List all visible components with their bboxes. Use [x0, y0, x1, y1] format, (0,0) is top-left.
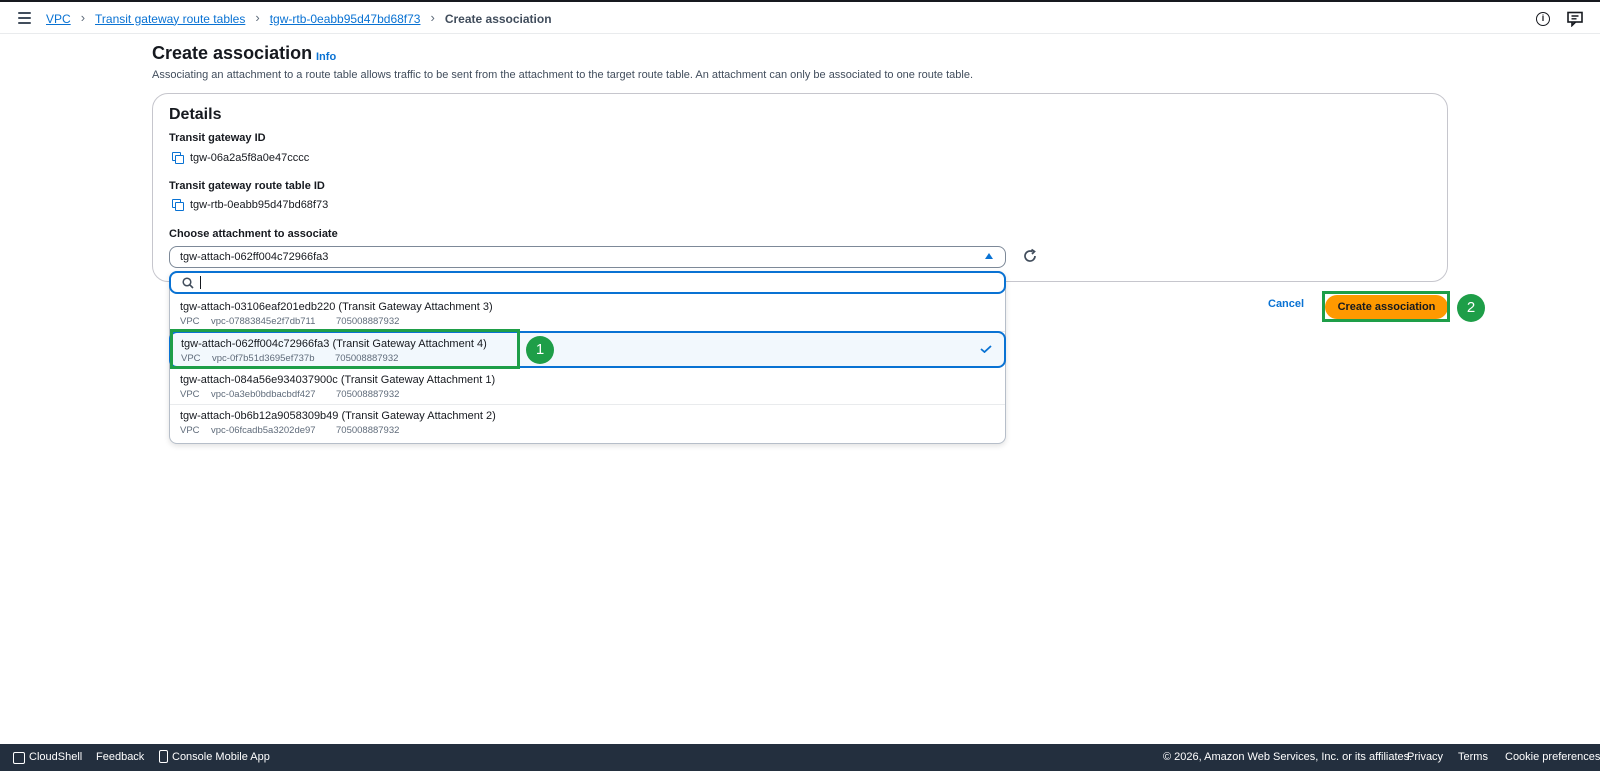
breadcrumb: VPC › Transit gateway route tables › tgw…: [46, 10, 552, 26]
chevron-right-icon: ›: [255, 10, 260, 25]
tgw-id-value: tgw-06a2a5f8a0e47cccc: [190, 152, 310, 164]
chevron-right-icon: ›: [80, 10, 86, 25]
cloudshell-icon: [13, 752, 25, 764]
footer-feedback[interactable]: Feedback: [96, 751, 144, 763]
info-link[interactable]: Info: [316, 51, 336, 63]
option-vpc: vpc-0a3eb0bdbacbdf427: [211, 389, 316, 400]
page-description: Associating an attachment to a route tab…: [152, 69, 974, 81]
dropdown-option[interactable]: tgw-attach-03106eaf201edb220 (Transit Ga…: [170, 296, 1005, 332]
tgw-id-label: Transit gateway ID: [169, 132, 266, 144]
caret-up-icon[interactable]: [985, 253, 993, 259]
attachment-label: Choose attachment to associate: [169, 228, 338, 240]
footer-privacy[interactable]: Privacy: [1407, 751, 1443, 763]
refresh-icon[interactable]: [1022, 248, 1038, 264]
footer: CloudShell Feedback Console Mobile App ©…: [0, 744, 1600, 771]
option-title: tgw-attach-084a56e934037900c (Transit Ga…: [180, 374, 496, 386]
option-type: VPC: [180, 389, 200, 400]
text-cursor: [200, 276, 201, 289]
footer-copyright: © 2026, Amazon Web Services, Inc. or its…: [1163, 751, 1413, 763]
breadcrumb-route-table-id[interactable]: tgw-rtb-0eabb95d47bd68f73: [270, 12, 421, 26]
dropdown-option[interactable]: tgw-attach-0b6b12a9058309b49 (Transit Ga…: [170, 405, 1005, 441]
hamburger-menu-icon[interactable]: [18, 12, 31, 24]
breadcrumb-bar: VPC › Transit gateway route tables › tgw…: [0, 2, 1600, 34]
breadcrumb-route-tables[interactable]: Transit gateway route tables: [95, 12, 245, 26]
copy-icon[interactable]: [172, 199, 185, 212]
dropdown-search-input[interactable]: [169, 271, 1006, 294]
footer-cloudshell[interactable]: CloudShell: [29, 751, 82, 763]
option-title: tgw-attach-03106eaf201edb220 (Transit Ga…: [180, 301, 493, 313]
feedback-icon[interactable]: [1567, 11, 1583, 27]
copy-icon[interactable]: [172, 152, 185, 165]
search-icon: [182, 277, 194, 289]
check-icon: [980, 345, 992, 353]
chevron-right-icon: ›: [430, 10, 435, 25]
option-account: 705008887932: [336, 425, 400, 436]
attachment-select[interactable]: tgw-attach-062ff004c72966fa3: [169, 246, 1006, 268]
option-account: 705008887932: [336, 389, 400, 400]
option-title: tgw-attach-0b6b12a9058309b49 (Transit Ga…: [180, 410, 496, 422]
footer-cookie-preferences[interactable]: Cookie preferences: [1505, 751, 1600, 763]
footer-mobile-app[interactable]: Console Mobile App: [172, 751, 270, 763]
annotation-badge-2: 2: [1457, 294, 1485, 322]
footer-terms[interactable]: Terms: [1458, 751, 1488, 763]
details-title: Details: [169, 106, 222, 123]
info-circle-icon[interactable]: i: [1536, 12, 1550, 26]
rtb-id-value: tgw-rtb-0eabb95d47bd68f73: [190, 199, 329, 211]
rtb-id-label: Transit gateway route table ID: [169, 180, 325, 192]
breadcrumb-vpc[interactable]: VPC: [46, 12, 71, 26]
annotation-badge-1: 1: [526, 336, 554, 364]
option-type: VPC: [180, 316, 200, 327]
option-vpc: vpc-07883845e2f7db711: [211, 316, 316, 327]
option-account: 705008887932: [336, 316, 400, 327]
breadcrumb-current: Create association: [444, 11, 552, 26]
page-title: Create association: [152, 43, 313, 63]
annotation-highlight-2: [1322, 291, 1450, 322]
annotation-highlight-1: [170, 329, 520, 369]
dropdown-option[interactable]: tgw-attach-084a56e934037900c (Transit Ga…: [170, 369, 1005, 405]
mobile-icon: [159, 750, 168, 763]
option-vpc: vpc-06fcadb5a3202de97: [211, 425, 316, 436]
option-type: VPC: [180, 425, 200, 436]
cancel-button[interactable]: Cancel: [1268, 298, 1304, 310]
